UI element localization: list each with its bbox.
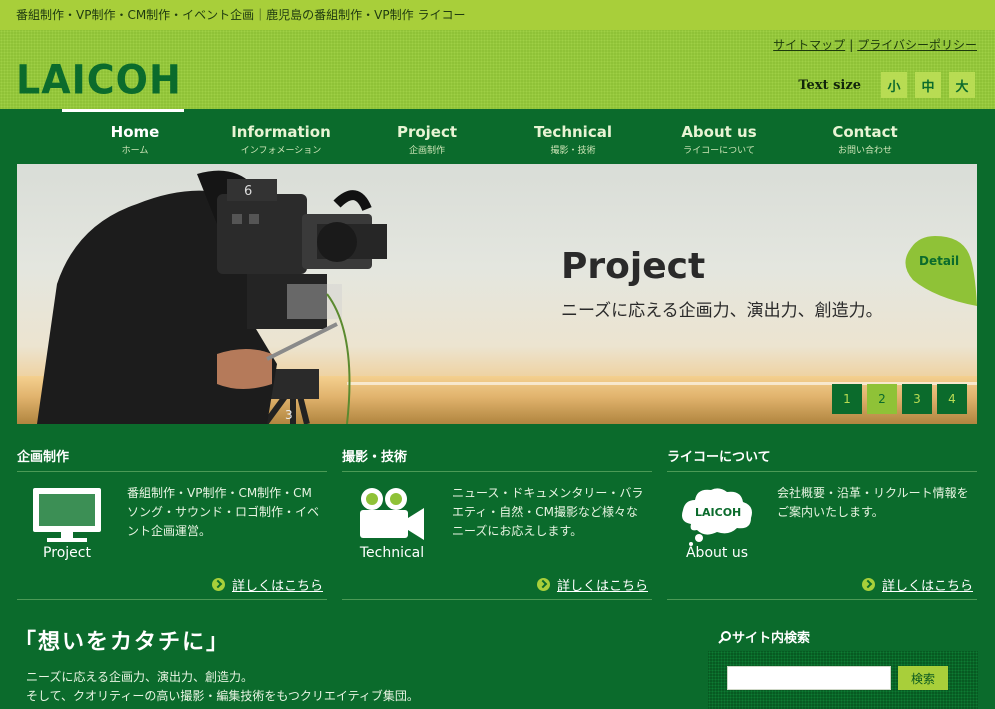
nav-sublabel: 撮影・技術: [550, 146, 596, 156]
hero-subtitle: ニーズに応える企画力、演出力、創造力。: [561, 301, 883, 321]
hero-title: Project: [561, 246, 706, 287]
divider: [17, 599, 327, 600]
nav-label: Information: [231, 123, 331, 141]
text-size-control: Text size 小 中 大: [798, 72, 975, 98]
divider: [342, 599, 652, 600]
text-size-label: Text size: [798, 77, 861, 93]
feature-about: ライコーについて LAICOH About us 会社概要・沿革・リクルート情報…: [667, 446, 977, 602]
pager-2[interactable]: 2: [867, 384, 897, 414]
feature-more-link[interactable]: 詳しくはこちら: [211, 575, 323, 594]
search-title-text: サイト内検索: [732, 631, 811, 646]
site-logo[interactable]: LAICOH: [16, 57, 182, 103]
nav-label: Technical: [534, 123, 612, 141]
cameraman-photo: 6 3: [37, 170, 387, 424]
privacy-policy-link[interactable]: プライバシーポリシー: [857, 38, 977, 52]
search-input[interactable]: [727, 666, 891, 690]
site-header: LAICOH サイトマップ | プライバシーポリシー Text size 小 中 大: [0, 30, 995, 109]
sitemap-link[interactable]: サイトマップ: [773, 38, 845, 52]
util-separator: |: [849, 38, 854, 52]
nav-item-information[interactable]: Information インフォメーション: [208, 109, 354, 164]
nav-label: Contact: [832, 123, 898, 141]
svg-text:6: 6: [244, 184, 252, 199]
pager-4[interactable]: 4: [937, 384, 967, 414]
feature-description: ニュース・ドキュメンタリー・バラエティ・自然・CM撮影など様々なニーズにお応えし…: [452, 486, 644, 538]
feature-caption: Technical: [359, 545, 425, 561]
utility-links: サイトマップ | プライバシーポリシー: [773, 36, 977, 53]
cloud-logo-text: LAICOH: [695, 506, 741, 519]
nav-sublabel: ホーム: [121, 146, 149, 156]
arrow-right-icon: [211, 578, 225, 591]
site-tagline: 番組制作・VP制作・CM制作・イベント企画｜鹿児島の番組制作・VP制作 ライコー: [0, 0, 995, 30]
main-nav: Home ホーム Information インフォメーション Project 企…: [62, 109, 938, 164]
feature-title: ライコーについて: [667, 446, 977, 472]
feature-icon-block[interactable]: LAICOH About us: [677, 486, 757, 566]
feature-description: 会社概要・沿革・リクルート情報をご案内いたします。: [777, 486, 969, 519]
nav-sublabel: お問い合わせ: [837, 146, 892, 156]
detail-badge-icon: [905, 236, 977, 306]
nav-label: Project: [396, 123, 458, 141]
more-link-text[interactable]: 詳しくはこちら: [557, 575, 648, 594]
nav-item-home[interactable]: Home ホーム: [62, 109, 208, 164]
nav-sublabel: 企画制作: [408, 146, 445, 156]
catchphrase-title: 「想いをカタチに」: [14, 630, 231, 655]
feature-project: 企画制作 Project 番組制作・VP制作・CM制作・CMソング・サウンド・ロ…: [17, 446, 327, 602]
search-box: 検索: [708, 651, 978, 709]
arrow-right-icon: [536, 578, 550, 591]
feature-technical: 撮影・技術 Technical ニュース・ドキュメンタリー・バラエティ・自然・C…: [342, 446, 652, 602]
search-section-title: サイト内検索: [718, 627, 810, 646]
divider: [667, 599, 977, 600]
feature-icon-block[interactable]: Technical: [352, 486, 432, 566]
more-link-text[interactable]: 詳しくはこちら: [232, 575, 323, 594]
feature-icon-block[interactable]: Project: [27, 486, 107, 566]
arrow-right-icon: [861, 578, 875, 591]
pager-1[interactable]: 1: [832, 384, 862, 414]
nav-item-about[interactable]: About us ライコーについて: [646, 109, 792, 164]
nav-item-project[interactable]: Project 企画制作: [354, 109, 500, 164]
search-button[interactable]: 検索: [898, 666, 948, 690]
catchphrase-line: ニーズに応える企画力、演出力、創造力。: [26, 670, 254, 684]
feature-description: 番組制作・VP制作・CM制作・CMソング・サウンド・ロゴ制作・イベント企画運営。: [127, 486, 320, 538]
catchphrase-body: ニーズに応える企画力、演出力、創造力。 そして、クオリティーの高い撮影・編集技術…: [26, 668, 419, 706]
feature-more-link[interactable]: 詳しくはこちら: [536, 575, 648, 594]
nav-sublabel: ライコーについて: [683, 146, 755, 156]
video-camera-icon: [360, 488, 424, 540]
catchphrase-line: そして、クオリティーの高い撮影・編集技術をもつクリエイティブ集団。: [26, 689, 419, 703]
feature-more-link[interactable]: 詳しくはこちら: [861, 575, 973, 594]
feature-caption: About us: [685, 545, 748, 561]
text-size-large-button[interactable]: 大: [949, 72, 975, 98]
nav-label: Home: [110, 123, 160, 141]
detail-label: Detail: [919, 254, 960, 268]
feature-title: 撮影・技術: [342, 446, 652, 472]
nav-item-technical[interactable]: Technical 撮影・技術: [500, 109, 646, 164]
hero-pager: 1 2 3 4: [827, 384, 967, 414]
nav-sublabel: インフォメーション: [240, 146, 322, 156]
pager-3[interactable]: 3: [902, 384, 932, 414]
nav-label: About us: [681, 123, 757, 141]
svg-text:3: 3: [285, 408, 293, 422]
detail-button[interactable]: Detail: [905, 234, 977, 306]
text-size-medium-button[interactable]: 中: [915, 72, 941, 98]
search-icon: [718, 630, 731, 644]
feature-caption: Project: [43, 545, 91, 561]
feature-columns: 企画制作 Project 番組制作・VP制作・CM制作・CMソング・サウンド・ロ…: [17, 446, 977, 606]
cloud-logo-icon: LAICOH: [682, 488, 752, 546]
feature-title: 企画制作: [17, 446, 327, 472]
text-size-small-button[interactable]: 小: [881, 72, 907, 98]
nav-item-contact[interactable]: Contact お問い合わせ: [792, 109, 938, 164]
hero-slider: 6 3 Project ニーズに応える企画力、演出力、創造力。 Detail 1…: [17, 164, 977, 424]
monitor-icon: [33, 488, 101, 542]
more-link-text[interactable]: 詳しくはこちら: [882, 575, 973, 594]
